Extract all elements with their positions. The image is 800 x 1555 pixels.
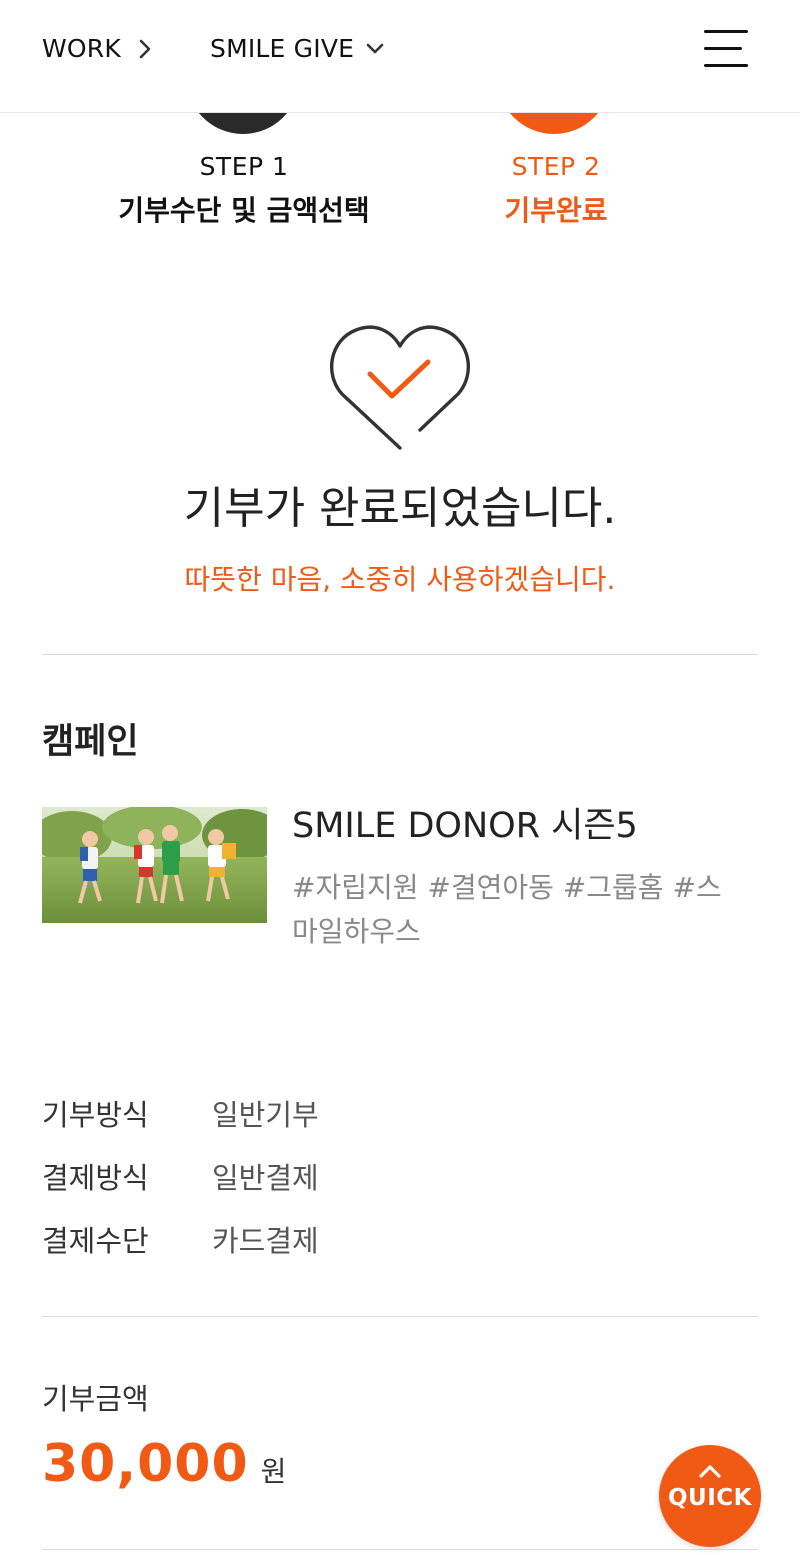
detail-value: 일반기부 — [212, 1098, 319, 1132]
step-1-number: STEP 1 — [199, 152, 289, 181]
step-1-title: 기부수단 및 금액선택 — [118, 194, 370, 227]
detail-row-donation-type: 기부방식 일반기부 — [42, 1094, 319, 1136]
completion-subtitle: 따뜻한 마음, 소중히 사용하겠습니다. — [184, 563, 616, 596]
campaign-tags: #자립지원 #결연아동 #그룹홈 #스마일하우스 — [292, 871, 722, 948]
breadcrumb-work[interactable]: WORK — [42, 34, 155, 63]
step-2-number: STEP 2 — [511, 152, 601, 181]
quick-button[interactable]: QUICK — [659, 1445, 761, 1547]
divider — [42, 654, 758, 655]
top-header: WORK SMILE GIVE — [0, 0, 800, 113]
chevron-right-icon — [139, 39, 151, 58]
campaign-name[interactable]: SMILE DONOR 시즌5 — [292, 802, 638, 850]
detail-value: 카드결제 — [212, 1224, 319, 1258]
quick-button-label: QUICK — [668, 1485, 752, 1511]
chevron-down-icon — [366, 43, 384, 53]
breadcrumb-work-label: WORK — [42, 34, 121, 63]
campaign-thumbnail[interactable] — [42, 807, 267, 923]
amount-unit: 원 — [260, 1455, 287, 1488]
completion-title: 기부가 완료되었습니다. — [183, 483, 617, 534]
detail-label: 결제수단 — [42, 1224, 149, 1258]
detail-row-payment-means: 결제수단 카드결제 — [42, 1220, 319, 1262]
detail-label: 결제방식 — [42, 1161, 149, 1195]
divider — [42, 1316, 758, 1317]
campaign-section-title: 캠페인 — [42, 722, 139, 762]
heart-check-icon — [329, 325, 471, 450]
detail-row-payment-method: 결제방식 일반결제 — [42, 1157, 319, 1199]
step-2-title: 기부완료 — [504, 194, 608, 227]
step-1: STEP 1 기부수단 및 금액선택 — [84, 150, 404, 232]
chevron-up-icon — [699, 1465, 721, 1478]
divider — [42, 1549, 758, 1550]
detail-value: 일반결제 — [212, 1161, 319, 1195]
breadcrumb-smile-give-label: SMILE GIVE — [210, 34, 355, 63]
amount-value: 30,000 — [42, 1434, 249, 1494]
detail-label: 기부방식 — [42, 1098, 149, 1132]
amount-label: 기부금액 — [42, 1382, 149, 1416]
campaign-photo — [42, 807, 267, 923]
donation-amount: 30,000 원 — [42, 1434, 286, 1494]
step-2: STEP 2 기부완료 — [396, 150, 716, 232]
breadcrumb-smile-give[interactable]: SMILE GIVE — [210, 34, 384, 63]
hamburger-menu-icon[interactable] — [704, 30, 748, 68]
